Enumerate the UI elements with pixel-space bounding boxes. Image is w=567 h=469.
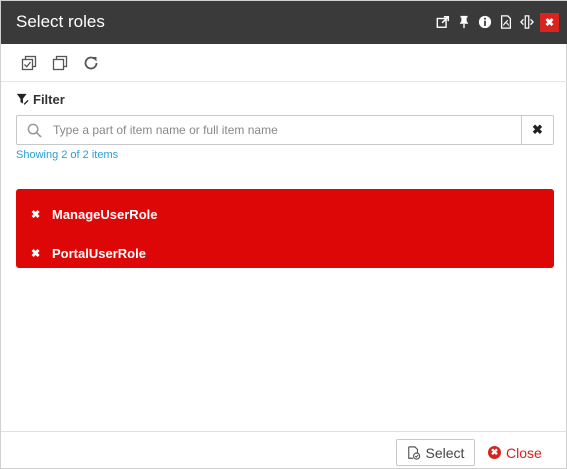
select-roles-dialog: Select roles ✖ Filter Type a part of ite… xyxy=(0,0,567,469)
list-item-label: ManageUserRole xyxy=(52,206,158,222)
select-icon xyxy=(407,445,420,460)
filter-label-text: Filter xyxy=(33,92,65,107)
filter-label: Filter xyxy=(16,92,65,107)
selected-items-list: ✖ ManageUserRole ✖ PortalUserRole xyxy=(16,189,554,268)
dialog-footer: Select ✖ Close xyxy=(1,431,567,469)
items-count: Showing 2 of 2 items xyxy=(16,149,119,161)
refresh-icon[interactable] xyxy=(82,54,100,72)
remove-icon[interactable]: ✖ xyxy=(31,247,52,260)
dialog-titlebar[interactable]: Select roles ✖ xyxy=(1,1,567,44)
list-item[interactable]: ✖ PortalUserRole xyxy=(16,234,554,272)
close-button[interactable]: ✖ Close xyxy=(488,439,542,466)
select-all-icon[interactable] xyxy=(20,54,38,72)
clear-filter-button[interactable]: ✖ xyxy=(521,115,554,145)
info-icon[interactable] xyxy=(474,12,495,32)
pdf-icon[interactable] xyxy=(495,12,516,32)
close-circle-icon: ✖ xyxy=(488,446,501,459)
close-button-label: Close xyxy=(506,444,542,461)
dialog-title: Select roles xyxy=(16,12,105,31)
toolbar xyxy=(1,44,567,82)
pin-icon[interactable] xyxy=(453,12,474,32)
remove-icon[interactable]: ✖ xyxy=(31,208,52,221)
search-box xyxy=(16,115,522,145)
list-item[interactable]: ✖ ManageUserRole xyxy=(16,195,554,233)
titlebar-icons: ✖ xyxy=(432,12,559,32)
select-button[interactable]: Select xyxy=(396,439,475,466)
deselect-all-icon[interactable] xyxy=(51,54,69,72)
resize-horizontal-icon[interactable] xyxy=(516,12,537,32)
close-icon[interactable]: ✖ xyxy=(540,12,559,32)
list-item-label: PortalUserRole xyxy=(52,245,146,261)
popout-icon[interactable] xyxy=(432,12,453,32)
select-button-label: Select xyxy=(425,444,465,461)
search-icon xyxy=(27,123,42,138)
filter-icon xyxy=(16,93,29,105)
search-input[interactable] xyxy=(53,116,518,144)
